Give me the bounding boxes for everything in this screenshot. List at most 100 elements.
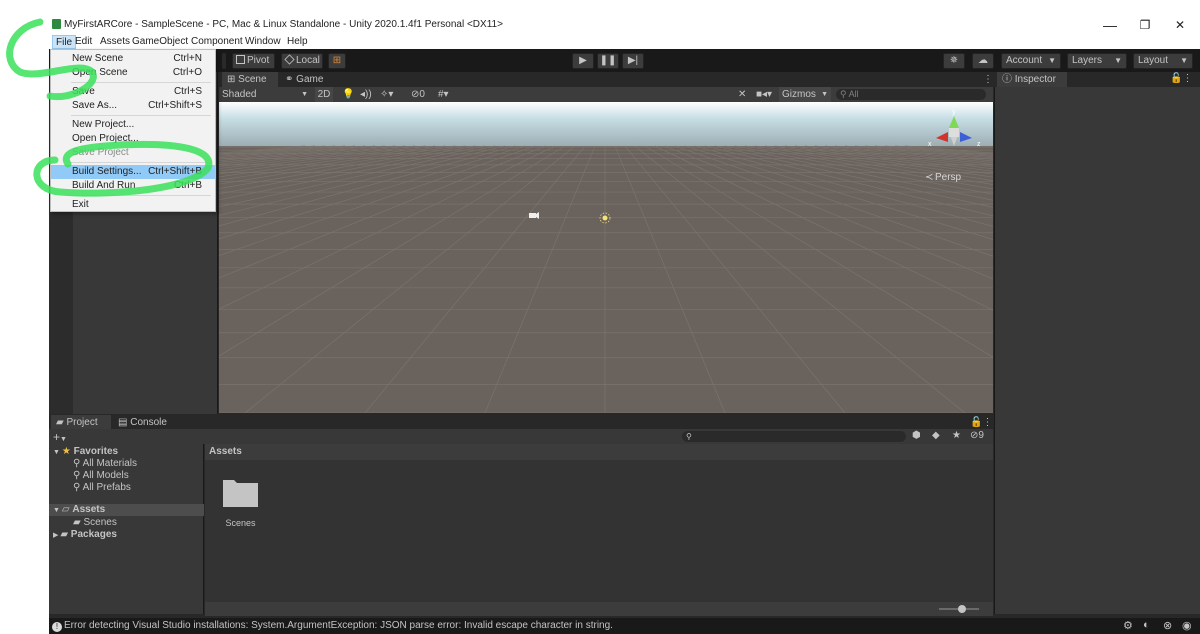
tab-scene-label: Scene: [238, 74, 267, 85]
tab-game[interactable]: ⚭ Game: [280, 72, 336, 87]
account-dropdown[interactable]: Account ▼: [1001, 53, 1061, 69]
info-icon: ⓘ: [1002, 74, 1015, 85]
project-search-input[interactable]: ⚲: [682, 431, 906, 442]
local-button[interactable]: Local: [281, 53, 323, 69]
pivot-label: Pivot: [247, 55, 270, 66]
layout-label: Layout: [1138, 55, 1169, 66]
packages-label: Packages: [70, 529, 117, 540]
favorite-star-icon[interactable]: ★: [952, 430, 961, 441]
menu-component[interactable]: Component: [188, 35, 246, 49]
svg-text:z: z: [977, 141, 981, 148]
shading-mode-dropdown[interactable]: Shaded ▼: [222, 87, 310, 102]
layers-dropdown[interactable]: Layers ▼: [1067, 53, 1127, 69]
hidden-packages-toggle[interactable]: ⊘9: [970, 430, 984, 441]
favorite-all-prefabs[interactable]: ⚲ All Prefabs: [73, 482, 131, 494]
menu-help[interactable]: Help: [284, 35, 311, 49]
grid-snap-button[interactable]: ⊞: [328, 53, 346, 69]
toolbar-divider: [222, 53, 226, 69]
scenes-folder-tile-label: Scenes: [225, 518, 256, 528]
inspector-tab-label: Inspector: [1014, 74, 1056, 85]
tab-inspector[interactable]: ⓘ Inspector: [997, 72, 1067, 87]
local-label: Local: [296, 55, 320, 66]
pivot-button[interactable]: Pivot: [232, 53, 275, 69]
menu-item-label: Save As...: [72, 100, 118, 111]
menu-assets[interactable]: Assets: [97, 35, 133, 49]
menu-item-save[interactable]: Save Ctrl+S: [51, 85, 215, 99]
scenes-folder-tile[interactable]: [222, 476, 259, 508]
lighting-toggle-icon[interactable]: 💡: [342, 87, 354, 102]
favorites-node[interactable]: ▼ ★ Favorites: [53, 446, 118, 458]
scenes-folder-label: Scenes: [83, 517, 117, 528]
scene-search-placeholder: All: [848, 89, 859, 99]
scenes-folder-node[interactable]: ▰ Scenes: [73, 517, 117, 529]
close-button[interactable]: ✕: [1165, 14, 1195, 36]
favorite-item-label: All Models: [82, 470, 129, 481]
effects-toggle-icon[interactable]: ✧▾: [380, 87, 393, 102]
menu-item-new-project[interactable]: New Project...: [51, 118, 215, 132]
assets-root-node[interactable]: ▼ ▱ Assets: [49, 504, 204, 516]
tab-project[interactable]: ▰ Project: [51, 415, 111, 430]
menu-item-build-and-run[interactable]: Build And Run Ctrl+B: [51, 179, 215, 193]
hidden-objects-toggle[interactable]: ⊘0: [411, 87, 425, 102]
lock-icon[interactable]: 🔓⋮: [1170, 73, 1192, 84]
filter-by-label-icon[interactable]: ◆: [932, 430, 940, 441]
step-button[interactable]: ▶|: [622, 53, 644, 69]
favorite-item-label: All Materials: [82, 458, 138, 469]
dropdown-arrow-icon: ▼: [1048, 56, 1056, 65]
packages-node[interactable]: ▶ ▰ Packages: [53, 529, 117, 541]
project-tab-menu-icon[interactable]: 🔓⋮: [965, 415, 992, 430]
camera-icon[interactable]: ■◂▾: [756, 87, 772, 102]
menu-gameobject[interactable]: GameObject: [129, 35, 191, 49]
pause-button[interactable]: ❚❚: [597, 53, 619, 69]
tools-icon[interactable]: ✕: [738, 87, 746, 102]
account-label: Account: [1006, 55, 1043, 66]
project-assets-grid: [205, 444, 993, 614]
maximize-button[interactable]: ❐: [1130, 14, 1160, 36]
layout-dropdown[interactable]: Layout ▼: [1133, 53, 1193, 69]
menu-item-exit[interactable]: Exit: [51, 198, 215, 212]
menu-item-save-as[interactable]: Save As... Ctrl+Shift+S: [51, 99, 215, 113]
menu-item-open-scene[interactable]: Open Scene Ctrl+O: [51, 66, 215, 80]
collab-button[interactable]: ✵: [943, 53, 965, 69]
scene-tab-menu-icon[interactable]: ⋮: [978, 72, 993, 87]
scene-search-input[interactable]: ⚲ All: [836, 89, 986, 100]
play-button[interactable]: ▶: [572, 53, 594, 69]
auto-generate-lighting-icon[interactable]: ◐: [1143, 619, 1150, 631]
menu-item-open-project[interactable]: Open Project...: [51, 132, 215, 146]
2d-toggle[interactable]: 2D: [315, 87, 333, 102]
menu-separator: [71, 82, 211, 83]
menu-item-new-scene[interactable]: New Scene Ctrl+N: [51, 52, 215, 66]
scene-view-canvas[interactable]: x z y Persp ≺: [219, 102, 993, 413]
menu-item-save-project[interactable]: Save Project: [51, 146, 215, 160]
menu-item-build-settings[interactable]: Build Settings... Ctrl+Shift+B: [51, 165, 215, 179]
menu-item-shortcut: Ctrl+Shift+S: [148, 100, 202, 111]
collab-status-icon[interactable]: ⊗: [1163, 619, 1172, 632]
menu-item-label: Open Project...: [72, 133, 139, 144]
search-icon: ⚲: [73, 470, 83, 481]
gizmos-dropdown[interactable]: Gizmos ▼: [779, 87, 831, 102]
svg-text:x: x: [928, 141, 932, 148]
cache-server-icon[interactable]: ◉: [1182, 619, 1192, 632]
skybox: [219, 102, 993, 148]
layers-label: Layers: [1072, 55, 1103, 66]
menu-separator: [71, 115, 211, 116]
audio-toggle-icon[interactable]: ◂)): [360, 87, 372, 102]
grid-toggle-icon[interactable]: #▾: [438, 87, 449, 102]
status-bar[interactable]: ! Error detecting Visual Studio installat…: [49, 618, 1200, 634]
tab-scene[interactable]: ⊞ Scene: [222, 72, 278, 87]
game-controller-icon: ⚭: [285, 74, 297, 85]
favorite-all-models[interactable]: ⚲ All Models: [73, 470, 129, 482]
menu-window[interactable]: Window: [242, 35, 284, 49]
create-asset-button[interactable]: +▼: [53, 430, 67, 444]
hidden-objects-count: 0: [419, 89, 425, 100]
scene-viewport[interactable]: x z y Persp ≺: [219, 102, 993, 413]
icon-size-slider-handle[interactable]: [958, 605, 966, 613]
minimize-button[interactable]: —: [1095, 14, 1125, 36]
filter-by-type-icon[interactable]: ⬢: [912, 430, 921, 441]
inspector-panel[interactable]: [994, 72, 1200, 614]
cloud-button[interactable]: ☁: [972, 53, 994, 69]
menu-edit[interactable]: Edit: [72, 35, 95, 49]
favorite-all-materials[interactable]: ⚲ All Materials: [73, 458, 137, 470]
tab-console[interactable]: ▤ Console: [113, 415, 173, 430]
bug-report-icon[interactable]: ⚙: [1123, 619, 1133, 632]
